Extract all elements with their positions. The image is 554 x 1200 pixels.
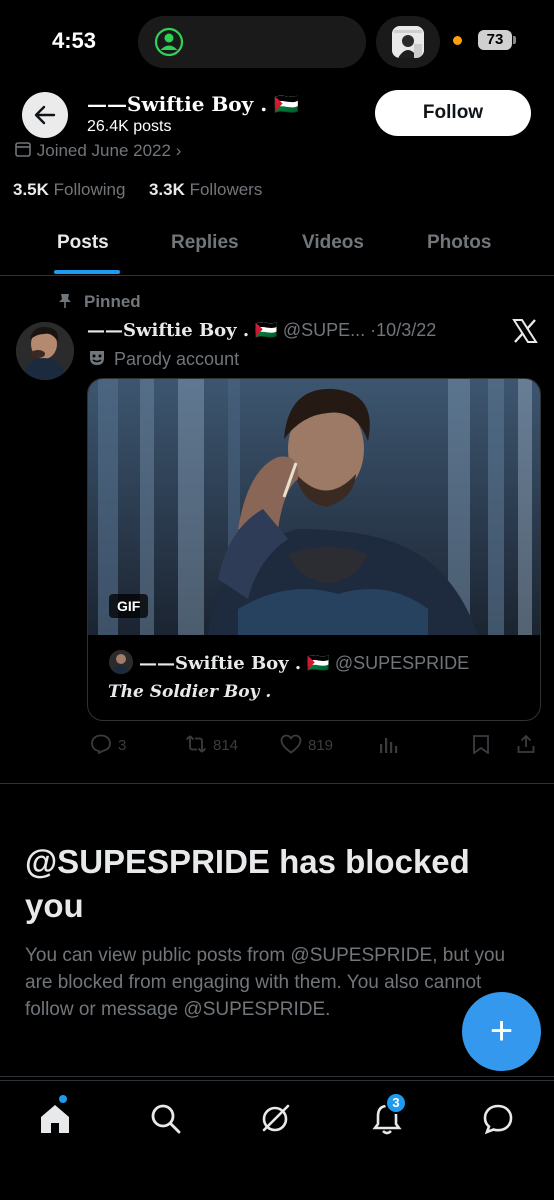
notifications-badge: 3: [385, 1092, 407, 1114]
bookmark-button[interactable]: [472, 734, 496, 755]
reply-icon: [91, 734, 111, 755]
privacy-indicator-dot: [453, 36, 462, 45]
nav-home[interactable]: [37, 1095, 77, 1141]
analytics-icon: [380, 738, 398, 753]
person-indicator-icon: [154, 27, 184, 57]
nav-notifications[interactable]: 3: [369, 1092, 409, 1141]
nav-messages[interactable]: [480, 1101, 520, 1141]
battery-indicator: 73: [478, 30, 512, 50]
following-count: 3.5K: [13, 180, 49, 199]
nav-search[interactable]: [148, 1101, 188, 1141]
battery-tip: [513, 36, 516, 44]
tab-posts[interactable]: Posts: [57, 232, 109, 254]
profile-display-name: ——Swiftie Boy . 🇵🇸: [87, 92, 300, 116]
blocked-title: @SUPESPRIDE has blocked you: [25, 843, 470, 924]
reply-count: 3: [118, 737, 127, 754]
profile-post-count: 26.4K posts: [87, 118, 172, 135]
quote-author-avatar: [109, 650, 133, 674]
bottom-nav: 3: [0, 1080, 554, 1200]
joined-label: Joined June 2022: [36, 141, 171, 160]
post-author-avatar[interactable]: [16, 322, 74, 380]
media-thumbnail: [392, 26, 424, 58]
follow-button[interactable]: Follow: [375, 90, 531, 136]
joined-date: Joined June 2022 ›: [14, 140, 181, 162]
media-activity-pill: [376, 16, 440, 68]
status-bar: 4:53 73: [0, 0, 554, 80]
gif-badge: GIF: [109, 594, 149, 618]
followers-label: Followers: [189, 180, 263, 199]
back-button[interactable]: [22, 92, 68, 138]
share-icon: [517, 734, 535, 753]
parody-account-label: Parody account: [88, 349, 239, 370]
profile-tabs: Posts Replies Videos Photos: [0, 218, 554, 276]
repost-count: 814: [213, 737, 239, 754]
bookmark-icon: [473, 735, 489, 755]
post-author-name[interactable]: ——Swiftie Boy . 🇵🇸: [87, 320, 278, 341]
following-link[interactable]: 3.5K Following: [13, 180, 130, 199]
arrow-left-icon: [34, 105, 56, 125]
repost-icon: [185, 735, 207, 753]
compose-post-button[interactable]: +: [462, 992, 541, 1071]
repost-button[interactable]: 814: [185, 734, 238, 754]
calendar-icon: [15, 142, 31, 157]
post-author-handle[interactable]: @SUPE...: [283, 320, 365, 340]
blocked-message: You can view public posts from @SUPESPRI…: [25, 945, 506, 1020]
post-divider: [0, 783, 554, 784]
tab-replies[interactable]: Replies: [171, 232, 239, 254]
pinned-label: Pinned: [58, 292, 141, 312]
post-actions: 3 814 819: [0, 734, 554, 758]
dynamic-island: [138, 16, 366, 68]
theater-mask-icon: [90, 351, 104, 365]
quote-author-handle: @SUPESPRIDE: [334, 653, 470, 673]
home-icon: [41, 1105, 69, 1133]
plus-icon: +: [489, 1009, 514, 1053]
pin-icon: [59, 294, 71, 308]
reply-button[interactable]: 3: [90, 734, 127, 755]
active-tab-indicator: [54, 270, 120, 274]
follow-stats: 3.5K Following 3.3K Followers: [13, 180, 262, 200]
nav-grok[interactable]: [257, 1101, 297, 1141]
chevron-right-icon: ›: [175, 141, 182, 160]
status-time: 4:53: [52, 28, 97, 53]
like-button[interactable]: 819: [280, 734, 333, 754]
heart-icon: [280, 734, 302, 754]
tab-videos[interactable]: Videos: [302, 232, 364, 254]
quote-author-name: ——Swiftie Boy . 🇵🇸: [139, 653, 330, 674]
share-button[interactable]: [516, 734, 542, 754]
grok-icon: [262, 1104, 290, 1132]
post-author-line: ——Swiftie Boy . 🇵🇸 @SUPE... ·10/3/22: [87, 320, 436, 341]
bottom-divider: [0, 1076, 554, 1077]
search-icon: [151, 1104, 181, 1134]
following-label: Following: [53, 180, 126, 199]
views-button[interactable]: [378, 734, 404, 754]
x-logo-icon[interactable]: [512, 318, 538, 344]
like-count: 819: [308, 737, 334, 754]
tab-photos[interactable]: Photos: [427, 232, 491, 254]
followers-count: 3.3K: [148, 180, 185, 199]
message-icon: [483, 1104, 513, 1135]
quote-author-line: ——Swiftie Boy . 🇵🇸 @SUPESPRIDE: [109, 650, 469, 674]
pinned-text: Pinned: [84, 292, 141, 311]
followers-link[interactable]: 3.3K Followers: [144, 180, 262, 199]
post-date[interactable]: ·10/3/22: [370, 320, 436, 340]
home-unread-dot: [59, 1095, 67, 1103]
parody-text: Parody account: [114, 349, 240, 369]
gif-image[interactable]: [88, 379, 540, 635]
profile-header: ——Swiftie Boy . 🇵🇸 26.4K posts Follow: [0, 84, 554, 144]
quote-text: The Soldier Boy .: [108, 682, 272, 702]
